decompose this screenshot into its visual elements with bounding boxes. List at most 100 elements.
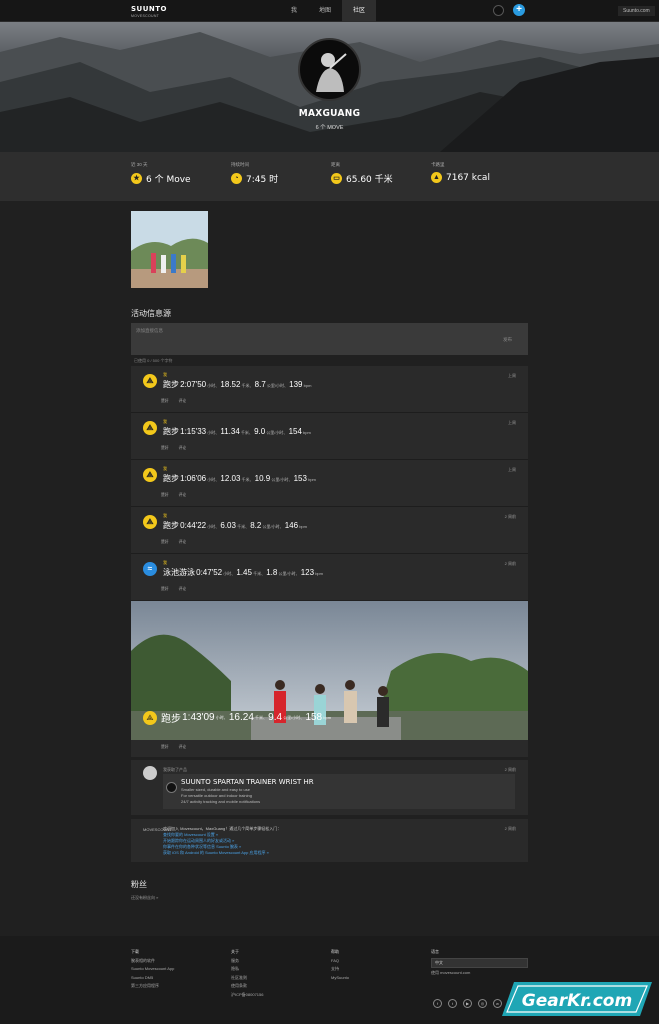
footer-link[interactable]: 支持 <box>331 965 349 974</box>
move-time: 上周 <box>508 467 516 472</box>
move-author[interactable]: 我 <box>163 419 167 425</box>
stat-label: 距离 <box>331 162 340 167</box>
profile-move-count: 6 个 MOVE <box>315 125 344 131</box>
footer-link[interactable]: 社区准则 <box>231 974 263 983</box>
watermark-text: GearKr.com <box>522 991 632 1011</box>
post-composer[interactable]: 添加直接信息 发布 <box>131 323 528 355</box>
footer-link[interactable]: 第三方应用程序 <box>131 982 174 991</box>
stat-moves: 近 30 天 ★ 6 个 Move <box>131 162 191 185</box>
like-button[interactable]: 赞好 <box>161 587 169 591</box>
footer-col-about: 关于 服务 隐私 社区准则 使用条款 沪ICP备08007156 <box>231 948 263 999</box>
photo-thumbnail[interactable] <box>131 211 208 288</box>
footer-heading: 语言 <box>431 949 439 954</box>
post-button[interactable]: 发布 <box>503 337 512 343</box>
footer-link[interactable]: MySuunto <box>331 974 349 983</box>
footer-link[interactable]: 服务 <box>231 957 263 966</box>
stat-distance: 距离 ▭ 65.60 千米 <box>331 162 393 185</box>
like-button[interactable]: 赞好 <box>161 446 169 450</box>
like-button[interactable]: 赞好 <box>161 493 169 497</box>
welcome-link[interactable]: 获取 iOS 和 Android 的 Suunto Movescount App… <box>163 850 269 856</box>
user-avatar-button[interactable] <box>493 5 504 16</box>
like-button[interactable]: 赞好 <box>161 399 169 403</box>
move-summary[interactable]: 泳池游泳 0:47'52 小时、 1.45 千米、 1.8 公里/小时、 123… <box>163 567 323 578</box>
move-summary[interactable]: 跑步 2:07'50 小时、 18.52 千米、 8.7 公里/小时、 139 … <box>163 379 311 390</box>
suunto-logo[interactable]: SUUNTO MOVESCOUNT <box>131 5 167 18</box>
facebook-icon[interactable]: f <box>433 999 442 1008</box>
stat-calories: 卡路里 ▲ 7167 kcal <box>431 162 490 183</box>
footer-link[interactable]: 使用条款 <box>231 982 263 991</box>
comment-button[interactable]: 评论 <box>179 493 187 497</box>
photo-move-summary[interactable]: ⟁ 跑步 1:43'09 小时、 16.24 千米、 9.4 公里/小时、 15… <box>143 710 331 725</box>
product-line: 24/7 activity tracking and mobile notifi… <box>181 799 261 804</box>
avatar <box>143 766 157 780</box>
move-card[interactable]: ⟁ 我 上周 跑步 2:07'50 小时、 18.52 千米、 8.7 公里/小… <box>131 366 528 412</box>
move-actions: 赞好 评论 <box>161 493 196 498</box>
move-actions: 赞好 评论 <box>161 587 196 592</box>
fans-empty[interactable]: 还没有粉丝向 » <box>131 895 158 901</box>
comment-button[interactable]: 评论 <box>179 587 187 591</box>
nav-community[interactable]: 社区 <box>342 0 377 22</box>
main-nav: 我 地图 社区 <box>280 0 377 22</box>
move-author[interactable]: 我 <box>163 513 167 519</box>
footer-link[interactable]: Suunto DM5 <box>131 974 174 983</box>
stat-label: 卡路里 <box>431 162 445 167</box>
move-author[interactable]: 我 <box>163 560 167 566</box>
stat-value: 65.60 千米 <box>346 175 393 185</box>
comment-button[interactable]: 评论 <box>179 446 187 450</box>
swimming-icon: ≈ <box>143 562 157 576</box>
nav-map[interactable]: 地图 <box>308 0 342 22</box>
move-card[interactable]: ⟁ 我 上周 跑步 1:15'33 小时、 11.34 千米、 9.0 公里/小… <box>131 413 528 459</box>
move-actions: 赞好 评论 <box>161 745 196 750</box>
footer-link[interactable]: 沪ICP备08007156 <box>231 991 263 1000</box>
footer-col-language: 语言 中文 使用 movescount.com <box>431 948 528 977</box>
footer-heading: 帮助 <box>331 949 339 954</box>
move-summary[interactable]: 跑步 1:15'33 小时、 11.34 千米、 9.0 公里/小时、 154 … <box>163 426 311 437</box>
profile-avatar-image <box>316 53 347 92</box>
stat-label: 近 30 天 <box>131 162 148 167</box>
comment-button[interactable]: 评论 <box>179 399 187 403</box>
twitter-icon[interactable]: t <box>448 999 457 1008</box>
footer-link[interactable]: 使用 movescount.com <box>431 969 528 978</box>
footer-link[interactable]: FAQ <box>331 957 349 966</box>
suunto-com-link[interactable]: Suunto.com <box>618 6 655 16</box>
running-icon: ⟁ <box>143 515 157 529</box>
move-author[interactable]: 我 <box>163 372 167 378</box>
photo-move-card[interactable]: ⟁ 跑步 1:43'09 小时、 16.24 千米、 9.4 公里/小时、 15… <box>131 601 528 740</box>
profile-name: MAXGUANG <box>298 108 361 119</box>
nav-me[interactable]: 我 <box>280 0 308 22</box>
feed-title: 活动信息源 <box>131 309 171 318</box>
move-card[interactable]: ⟁ 我 上周 跑步 1:06'06 小时、 12.03 千米、 10.9 公里/… <box>131 460 528 506</box>
move-card[interactable]: ⟁ 我 2 周前 跑步 0:44'22 小时、 6.03 千米、 8.2 公里/… <box>131 507 528 553</box>
like-button[interactable]: 赞好 <box>161 540 169 544</box>
move-author[interactable]: 我 <box>163 466 167 472</box>
photo-move-actions: 赞好 评论 <box>131 740 528 757</box>
footer-link[interactable]: Suunto Movescount App <box>131 965 174 974</box>
add-button[interactable]: + <box>513 4 525 16</box>
move-card[interactable]: ≈ 我 2 周前 泳池游泳 0:47'52 小时、 1.45 千米、 1.8 公… <box>131 554 528 600</box>
footer-heading: 关于 <box>231 949 239 954</box>
language-select[interactable]: 中文 <box>431 957 528 968</box>
product-line: Smaller sized, durable and easy to use <box>181 787 250 792</box>
footer-col-download: 下载 腕表相的软件 Suunto Movescount App Suunto D… <box>131 948 174 991</box>
running-icon: ⟁ <box>143 421 157 435</box>
profile-avatar[interactable] <box>298 38 361 101</box>
like-button[interactable]: 赞好 <box>161 745 169 749</box>
product-card[interactable]: 我获取了产品 2 周前 SUUNTO SPARTAN TRAINER WRIST… <box>131 760 528 815</box>
product-title[interactable]: SUUNTO SPARTAN TRAINER WRIST HR <box>181 778 314 786</box>
logo-sub: MOVESCOUNT <box>131 14 160 18</box>
stat-value: 6 个 Move <box>146 175 191 185</box>
distance-icon: ▭ <box>331 173 342 184</box>
stat-label: 持续时间 <box>231 162 249 167</box>
move-summary[interactable]: 跑步 1:06'06 小时、 12.03 千米、 10.9 公里/小时、 153… <box>163 473 316 484</box>
footer-link[interactable]: 隐私 <box>231 965 263 974</box>
instagram-icon[interactable]: ◎ <box>478 999 487 1008</box>
character-quota: 已使用 0 / 500 个字符 <box>134 358 173 363</box>
comment-button[interactable]: 评论 <box>179 540 187 544</box>
watch-icon <box>166 782 177 793</box>
footer-link[interactable]: 腕表相的软件 <box>131 957 174 966</box>
product-box[interactable]: SUUNTO SPARTAN TRAINER WRIST HR Smaller … <box>163 774 515 809</box>
weibo-icon[interactable]: w <box>493 999 502 1008</box>
youtube-icon[interactable]: ▶ <box>463 999 472 1008</box>
comment-button[interactable]: 评论 <box>179 745 187 749</box>
move-summary[interactable]: 跑步 0:44'22 小时、 6.03 千米、 8.2 公里/小时、 146 b… <box>163 520 307 531</box>
